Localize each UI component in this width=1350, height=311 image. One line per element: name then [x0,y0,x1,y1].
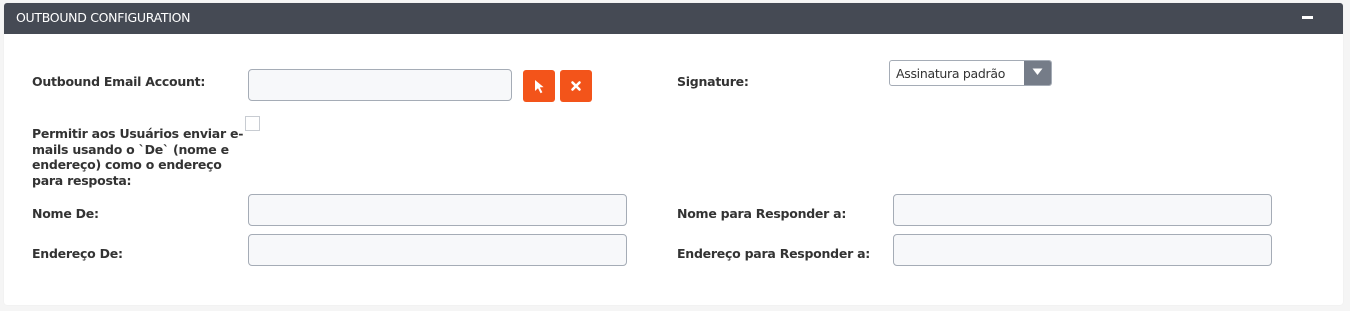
outbound-email-account-label: Outbound Email Account: [32,74,206,89]
reply-to-address-label: Endereço para Responder a: [677,246,871,261]
clear-account-button[interactable] [560,70,592,102]
from-name-label: Nome De: [32,206,99,221]
outbound-email-account-field[interactable] [248,69,512,101]
reply-to-name-field[interactable] [893,194,1272,226]
allow-users-label: Permitir aos Usuários enviar e-mails usa… [32,126,244,188]
from-address-field[interactable] [248,234,627,266]
signature-select[interactable]: Assinatura padrão [889,60,1052,86]
panel-header: OUTBOUND CONFIGURATION [4,3,1343,34]
caret-down-icon [1032,68,1043,75]
from-address-label: Endereço De: [32,246,123,261]
from-name-field[interactable] [248,194,627,226]
panel-title: OUTBOUND CONFIGURATION [16,10,191,25]
signature-dropdown-toggle[interactable] [1024,61,1051,85]
reply-to-address-field[interactable] [893,234,1272,266]
minus-icon[interactable] [1302,16,1313,19]
signature-label: Signature: [677,74,749,89]
x-icon [571,81,581,91]
signature-selected-value: Assinatura padrão [896,66,1006,81]
reply-to-name-label: Nome para Responder a: [677,206,847,221]
select-account-button[interactable] [523,70,555,102]
allow-users-checkbox[interactable] [245,116,260,131]
cursor-arrow-icon [535,80,544,94]
